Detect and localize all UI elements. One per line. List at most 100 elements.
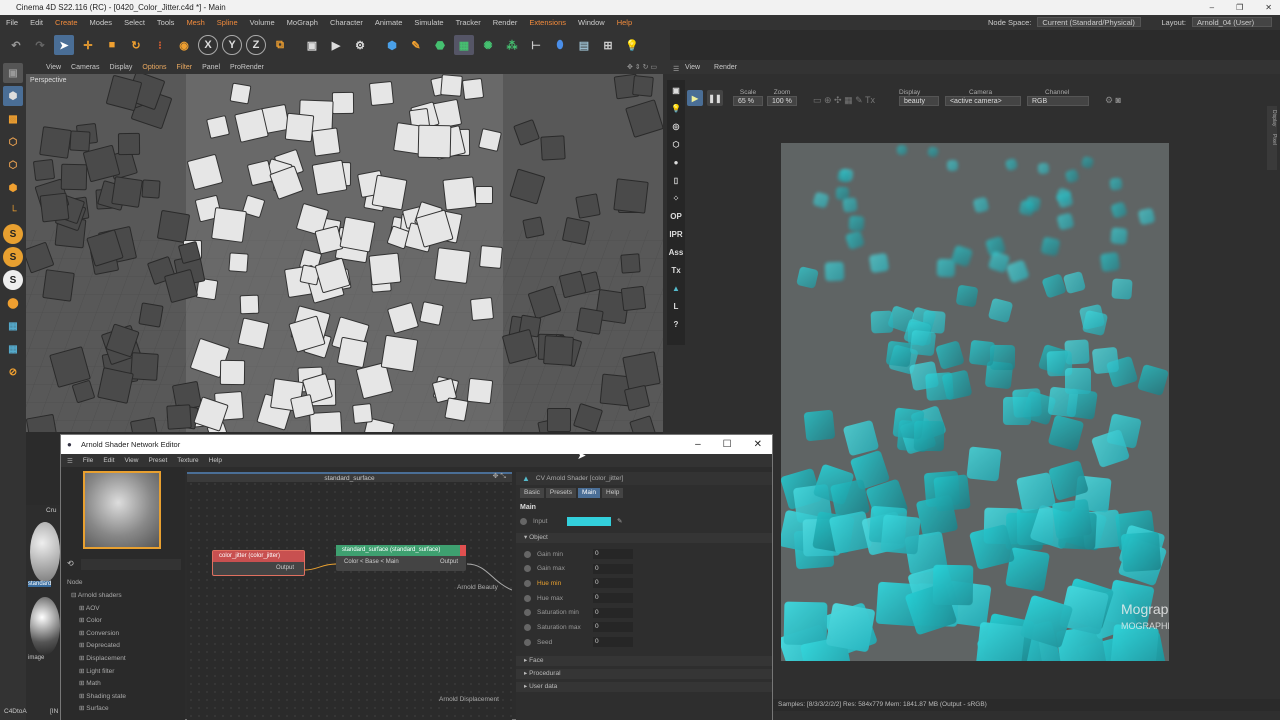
sne-menu-preset[interactable]: Preset [149,457,168,464]
guide-icon[interactable]: ⊘ [3,362,23,382]
recent-tools-icon[interactable]: ⁝ [150,35,170,55]
node-color-jitter[interactable]: color_jitter (color_jitter) Output [212,550,305,576]
prop-value-field[interactable]: 0 [593,563,633,574]
menu-edit[interactable]: Edit [30,18,43,27]
tree-item-displacement[interactable]: ⊞ Displacement [71,653,181,666]
sne-menu-file[interactable]: File [83,457,93,464]
shader-preview-swatch[interactable] [83,471,161,549]
sne-menu-help[interactable]: Help [209,457,222,464]
input-color-swatch[interactable] [567,516,611,526]
ipr-play-icon[interactable]: ▶ [687,90,703,106]
workplane-icon[interactable]: ▦ [3,316,23,336]
render-view-icon[interactable]: ▶ [326,35,346,55]
grid-icon[interactable]: ▦ [3,339,23,359]
tree-item-arnold-shaders[interactable]: ⊟ Arnold shaders [71,590,181,603]
group-user-data[interactable]: ▸ User data [516,681,772,692]
camera-dropdown[interactable]: <active camera> [944,96,1021,106]
axis-z-icon[interactable]: Z [246,35,266,55]
viewport-menu-view[interactable]: View [46,64,61,71]
prop-value-field[interactable]: 0 [593,622,633,633]
floor-icon[interactable]: ▤ [574,35,594,55]
node-space-dropdown[interactable]: Current (Standard/Physical) [1037,17,1142,27]
menu-tracker[interactable]: Tracker [456,18,481,27]
render-menu-render[interactable]: Render [714,64,737,71]
scale-field[interactable]: 65 % [733,96,763,106]
group-face[interactable]: ▸ Face [516,655,772,666]
viewport-menu-panel[interactable]: Panel [202,64,220,71]
shader-editor-maximize[interactable]: ☐ [723,435,732,454]
keyframe-dot[interactable] [524,565,531,573]
shader-editor-hamburger-icon[interactable]: ☰ [67,457,73,465]
render-toggle-icons[interactable]: ▭ ⊕ ✣ ▦ ✎ Tx [813,95,875,106]
workplane-snap-icon[interactable]: S [3,270,23,290]
viewport-menu-prorender[interactable]: ProRender [230,64,264,71]
help-tool[interactable]: ? [668,316,684,332]
keyframe-dot[interactable] [524,623,531,631]
menu-volume[interactable]: Volume [250,18,275,27]
l-tool[interactable]: L [668,298,684,314]
sne-menu-edit[interactable]: Edit [103,457,114,464]
polygons-mode-icon[interactable]: ⬢ [3,178,23,198]
tab-presets[interactable]: Presets [545,488,576,498]
side-tab-display[interactable]: Display [1267,110,1277,126]
rotate-icon[interactable]: ↻ [126,35,146,55]
pen-icon[interactable]: ✎ [406,35,426,55]
ipr-tool[interactable]: IPR [668,226,684,242]
input-keyframe-dot[interactable] [520,517,527,525]
tree-item-deprecated[interactable]: ⊞ Deprecated [71,640,181,653]
menu-modes[interactable]: Modes [90,18,113,27]
keyframe-dot[interactable] [524,550,531,558]
menu-create[interactable]: Create [55,18,78,27]
arnold-displacement-port[interactable]: Arnold Displacement [439,696,499,703]
material-preview-image[interactable] [30,597,60,655]
op-tool[interactable]: OP [668,208,684,224]
mograph-icon[interactable]: ✺ [478,35,498,55]
material-label-image[interactable]: image [28,655,44,661]
menu-render[interactable]: Render [493,18,518,27]
tree-item-aov[interactable]: ⊞ AOV [71,603,181,616]
tab-basic[interactable]: Basic [520,488,544,498]
tree-item-light-filter[interactable]: ⊞ Light filter [71,666,181,679]
prop-value-field[interactable]: 0 [593,607,633,618]
viewport-nav-icons[interactable]: ✥ ⇕ ↻ ▭ [627,63,657,71]
tree-item-surface[interactable]: ⊞ Surface [71,703,181,716]
sne-menu-view[interactable]: View [125,457,139,464]
menu-spline[interactable]: Spline [217,18,238,27]
box-icon[interactable]: ⬡ [668,136,684,152]
maximize-button[interactable]: ❐ [1236,0,1243,15]
shader-editor-minimize[interactable]: – [695,435,701,454]
cube-object-icon[interactable]: ⬢ [382,35,402,55]
shader-editor-close[interactable]: ✕ [754,435,762,454]
layout-dropdown[interactable]: Arnold_04 (User) [1192,17,1272,27]
tx-tool[interactable]: Tx [668,262,684,278]
snapshot-icon[interactable]: ⚙ ◙ [1105,95,1121,106]
render-region-icon[interactable]: ▣ [302,35,322,55]
axis-x-icon[interactable]: X [198,35,218,55]
ipr-pause-icon[interactable]: ❚❚ [707,90,723,106]
camera-icon[interactable]: ⊞ [598,35,618,55]
node-standard-surface[interactable]: standard_surface (standard_surface) Colo… [336,545,466,571]
reset-icon[interactable]: ⟲ [67,559,74,568]
tab-main[interactable]: Main [577,488,601,498]
subdivision-icon[interactable]: ⬣ [430,35,450,55]
material-preview-standard[interactable] [30,522,60,582]
model-mode-icon[interactable]: ⬢ [3,86,23,106]
keyframe-dot[interactable] [524,594,531,602]
menu-character[interactable]: Character [330,18,363,27]
ass-tool[interactable]: Ass [668,244,684,260]
lock-workplane-icon[interactable]: ⬤ [3,293,23,313]
tree-item-conversion[interactable]: ⊞ Conversion [71,628,181,641]
group-object[interactable]: ▾ Object [516,532,772,543]
menu-animate[interactable]: Animate [375,18,403,27]
eyedropper-icon[interactable]: ✎ [617,517,622,525]
viewport-menu-options[interactable]: Options [142,64,166,71]
viewport-menu-display[interactable]: Display [109,64,132,71]
menu-simulate[interactable]: Simulate [414,18,443,27]
render-settings-icon[interactable]: ⚙ [350,35,370,55]
tree-item-shading-state[interactable]: ⊞ Shading state [71,691,181,704]
shader-search-input[interactable] [81,559,181,570]
move-icon[interactable]: ✛ [78,35,98,55]
arnold-logo-icon[interactable]: ▲ [668,280,684,296]
menu-extensions[interactable]: Extensions [529,18,566,27]
material-label-standard[interactable]: standard [28,581,52,587]
